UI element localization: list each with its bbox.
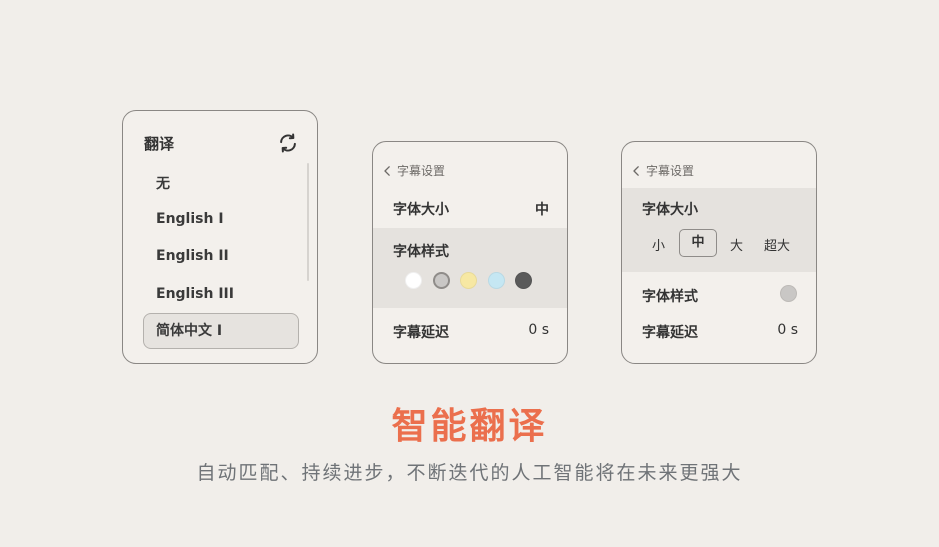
- back-button[interactable]: 字幕设置: [632, 162, 694, 179]
- font-size-label[interactable]: 字体大小: [393, 199, 449, 219]
- scrollbar[interactable]: [307, 163, 309, 281]
- subtitle-delay-label[interactable]: 字幕延迟: [393, 322, 449, 342]
- size-option-small[interactable]: 小: [652, 235, 665, 254]
- color-swatch[interactable]: [515, 272, 532, 289]
- language-option-none[interactable]: 无: [156, 173, 170, 193]
- subtitle-delay-value[interactable]: 0 s: [528, 322, 549, 338]
- color-swatch[interactable]: [487, 272, 505, 289]
- translation-language-panel: 翻译 无 English I English II English III 简体…: [122, 110, 318, 364]
- size-option-xlarge[interactable]: 超大: [764, 235, 790, 254]
- font-size-label: 字体大小: [642, 202, 698, 218]
- subtitle-settings-panel-size: 字幕设置 字体大小 小 中 大 超大 字体样式 字幕延迟 0 s: [621, 141, 817, 364]
- font-style-label: 字体样式: [393, 244, 449, 260]
- language-option-english-3[interactable]: English III: [156, 286, 234, 302]
- refresh-icon[interactable]: [277, 132, 299, 154]
- back-label: 字幕设置: [646, 164, 695, 178]
- language-option-english-2[interactable]: English II: [156, 248, 229, 264]
- subtitle-settings-panel-style: 字幕设置 字体大小 中 字体样式 字幕延迟 0 s: [372, 141, 568, 364]
- color-swatch[interactable]: [460, 272, 477, 289]
- subline: 自动匹配、持续进步，不断迭代的人工智能将在未来更强大: [196, 462, 743, 484]
- language-option-chinese-selected[interactable]: 简体中文 I: [143, 313, 299, 349]
- back-button[interactable]: 字幕设置: [383, 162, 445, 179]
- language-option-english-1[interactable]: English I: [156, 211, 224, 227]
- font-style-label[interactable]: 字体样式: [642, 286, 698, 306]
- headline: 智能翻译: [391, 406, 548, 447]
- panel-title: 翻译: [144, 135, 175, 153]
- back-label: 字幕设置: [397, 164, 446, 178]
- subtitle-delay-value[interactable]: 0 s: [777, 322, 798, 338]
- font-size-value[interactable]: 中: [535, 199, 549, 219]
- color-swatch[interactable]: [432, 272, 450, 289]
- color-swatch[interactable]: [405, 272, 422, 289]
- chevron-left-icon: [384, 165, 390, 176]
- chevron-left-icon: [633, 165, 639, 176]
- size-option-large[interactable]: 大: [730, 235, 743, 254]
- subtitle-delay-label[interactable]: 字幕延迟: [642, 322, 698, 342]
- size-option-medium-selected[interactable]: 中: [679, 229, 717, 257]
- current-color-swatch[interactable]: [780, 285, 797, 302]
- font-style-row: [373, 228, 567, 308]
